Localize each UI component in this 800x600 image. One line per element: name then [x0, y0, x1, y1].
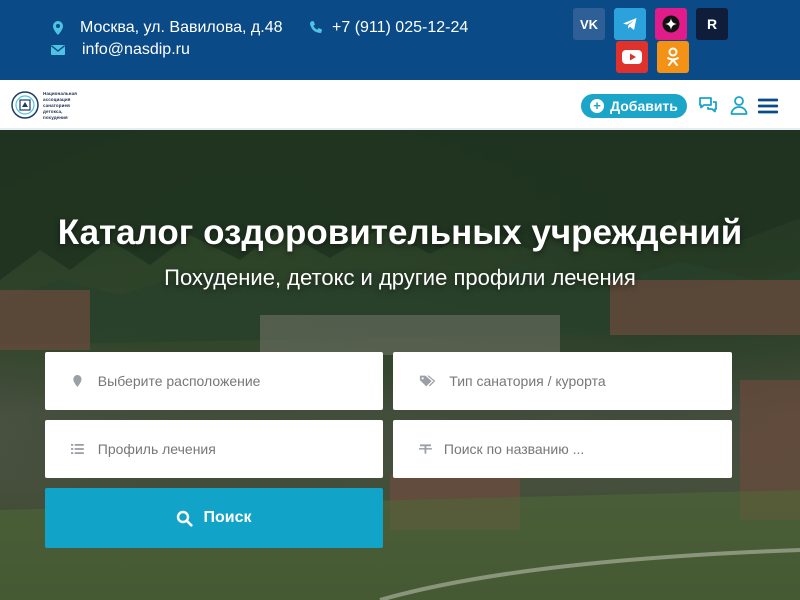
logo-line: Национальная	[43, 90, 77, 96]
telegram-social-link[interactable]	[614, 8, 646, 40]
add-button[interactable]: + Добавить	[581, 94, 687, 118]
telegram-icon	[623, 18, 637, 30]
resort-type-input[interactable]	[449, 373, 732, 389]
odnoklassniki-icon	[667, 47, 679, 66]
location-pin-icon	[53, 21, 63, 35]
address-text: Москва, ул. Вавилова, д.48	[80, 19, 283, 36]
location-select[interactable]	[45, 352, 383, 410]
vk-icon: VK	[579, 16, 599, 32]
youtube-icon	[622, 50, 642, 64]
logo-line: ассоциация	[43, 96, 71, 102]
treatment-profile-input[interactable]	[97, 441, 383, 457]
logo-emblem-icon	[11, 91, 39, 119]
treatment-profile-select[interactable]	[45, 420, 383, 478]
location-input[interactable]	[97, 373, 383, 389]
envelope-icon	[51, 45, 65, 55]
rutube-icon: R	[706, 16, 718, 32]
name-search-field[interactable]	[393, 420, 732, 478]
tags-icon	[419, 375, 436, 387]
hero-section: Каталог оздоровительных учреждений Похуд…	[0, 130, 800, 600]
logo-wordmark: Национальная ассоциация санаториев деток…	[43, 91, 77, 120]
resort-type-select[interactable]	[393, 352, 732, 410]
search-button-label: Поиск	[203, 509, 252, 526]
top-contact-bar: Москва, ул. Вавилова, д.48 +7 (911) 025-…	[0, 0, 800, 80]
search-button[interactable]: Поиск	[45, 488, 383, 548]
odnoklassniki-social-link[interactable]	[657, 41, 689, 73]
youtube-social-link[interactable]	[616, 41, 648, 73]
email-text[interactable]: info@nasdip.ru	[82, 41, 190, 59]
map-marker-icon	[73, 375, 82, 387]
logo-line: похудения	[43, 114, 68, 120]
plus-icon: +	[590, 99, 605, 113]
name-search-input[interactable]	[443, 441, 732, 457]
text-cursor-icon	[419, 444, 432, 454]
site-logo[interactable]: Национальная ассоциация санаториев деток…	[10, 88, 90, 122]
logo-line: детокса,	[43, 108, 63, 114]
hero-title: Каталог оздоровительных учреждений	[57, 213, 743, 252]
phone-contact[interactable]: +7 (911) 025-12-24	[308, 19, 468, 37]
list-icon	[71, 443, 84, 455]
address-contact: Москва, ул. Вавилова, д.48	[50, 19, 283, 37]
hero-subtitle: Похудение, детокс и другие профили лечен…	[164, 265, 636, 290]
dzen-social-link[interactable]	[655, 8, 687, 40]
email-contact[interactable]: info@nasdip.ru	[50, 41, 190, 59]
phone-text[interactable]: +7 (911) 025-12-24	[332, 19, 468, 37]
add-button-label: Добавить	[610, 98, 678, 114]
user-account-icon[interactable]	[728, 94, 750, 116]
dzen-icon	[662, 15, 680, 33]
phone-icon	[309, 21, 322, 34]
rutube-social-link[interactable]: R	[696, 8, 728, 40]
magnifier-icon	[177, 510, 194, 527]
chat-icon[interactable]	[697, 94, 719, 116]
vk-social-link[interactable]: VK	[573, 8, 605, 40]
logo-line: санаториев	[43, 102, 70, 108]
main-navbar: Национальная ассоциация санаториев деток…	[0, 80, 800, 130]
hamburger-menu-icon[interactable]	[757, 95, 779, 117]
